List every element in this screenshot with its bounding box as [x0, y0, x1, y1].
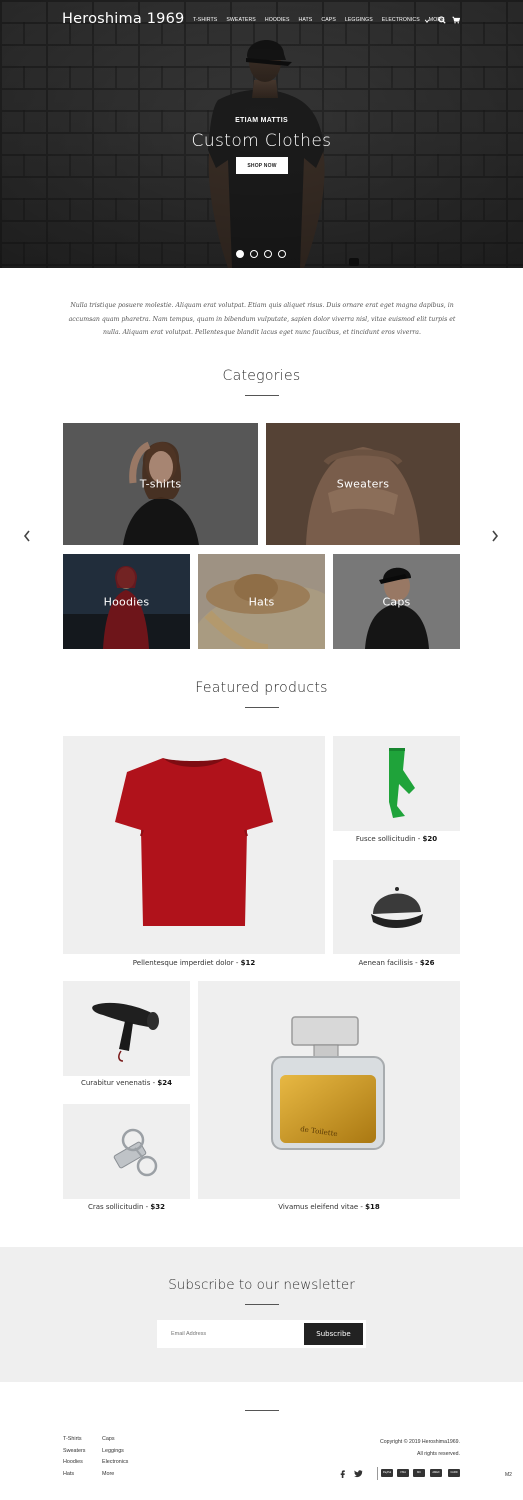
- footer-link-leggings[interactable]: Leggings: [102, 1448, 128, 1455]
- product-name[interactable]: Vivamus eleifend vitae: [278, 1203, 358, 1211]
- product-price: $20: [422, 835, 438, 843]
- search-icon[interactable]: [438, 16, 446, 24]
- slide-dot-2[interactable]: [250, 250, 258, 258]
- category-card-t-shirts[interactable]: T-shirts: [63, 423, 258, 545]
- product-caption: Curabitur venenatis - $24: [80, 1079, 173, 1087]
- category-label-hats: Hats: [248, 595, 275, 608]
- main-nav: T-SHIRTS SWEATERS HOODIES HATS CAPS LEGG…: [193, 17, 451, 23]
- perfume-bottle-image: de Toilette: [271, 1016, 385, 1150]
- product-name[interactable]: Cras sollicitudin: [88, 1203, 144, 1211]
- slide-dot-1[interactable]: [236, 250, 244, 258]
- black-cap-image: [371, 887, 423, 928]
- product-card-cap[interactable]: [333, 860, 460, 954]
- product-caption: Pellentesque imperdiet dolor - $12: [132, 959, 256, 967]
- facebook-icon[interactable]: [338, 1469, 347, 1478]
- nav-item-sweaters[interactable]: SWEATERS: [226, 17, 256, 23]
- newsletter-title: Subscribe to our newsletter: [168, 1277, 355, 1293]
- hero-title: Custom Clothes: [191, 131, 332, 151]
- footer-link-sweaters[interactable]: Sweaters: [63, 1448, 85, 1455]
- nav-item-t-shirts[interactable]: T-SHIRTS: [193, 17, 217, 23]
- product-name[interactable]: Pellentesque imperdiet dolor: [133, 959, 234, 967]
- nav-item-hats[interactable]: HATS: [299, 17, 313, 23]
- footer-separator: [377, 1467, 378, 1480]
- copyright-text: Copyright © 2019 Heroshima1969.: [380, 1439, 460, 1445]
- footer-links-col-1: T-Shirts Sweaters Hoodies Hats: [63, 1436, 85, 1477]
- newsletter-form: Subscribe: [157, 1320, 366, 1348]
- rights-text: All rights reserved.: [417, 1450, 460, 1457]
- slider-dots: [236, 250, 286, 258]
- newsletter-divider: [245, 1304, 279, 1305]
- product-caption: Aenean facilisis - $26: [358, 959, 435, 967]
- category-card-hoodies[interactable]: Hoodies: [63, 554, 190, 649]
- product-card-hair-dryer[interactable]: [63, 981, 190, 1076]
- footer-link-more[interactable]: More: [102, 1471, 128, 1478]
- intro-text: Nulla tristique posuere molestie. Aliqua…: [68, 302, 456, 336]
- product-caption: Cras sollicitudin - $32: [87, 1203, 166, 1211]
- product-card-keychain[interactable]: [63, 1104, 190, 1199]
- product-price: $12: [240, 959, 256, 967]
- featured-title: Featured products: [195, 680, 328, 696]
- footer-link-caps[interactable]: Caps: [102, 1436, 128, 1443]
- badge-m2: M2: [505, 1472, 512, 1478]
- top-navigation: Heroshima 1969 T-SHIRTS SWEATERS HOODIES…: [0, 0, 523, 42]
- chevron-right-icon[interactable]: [490, 529, 500, 543]
- mastercard-icon: MC: [413, 1469, 425, 1477]
- product-name[interactable]: Fusce sollicitudin: [356, 835, 416, 843]
- site-logo[interactable]: Heroshima 1969: [62, 11, 184, 27]
- product-price: $26: [419, 959, 435, 967]
- category-label-sweaters: Sweaters: [336, 477, 390, 491]
- categories-title: Categories: [222, 368, 301, 384]
- category-label-hoodies: Hoodies: [103, 595, 150, 608]
- slide-dot-4[interactable]: [278, 250, 286, 258]
- green-leggings-image: [389, 748, 415, 818]
- product-price: $24: [157, 1079, 173, 1087]
- chevron-left-icon[interactable]: [22, 529, 32, 543]
- nav-item-leggings[interactable]: LEGGINGS: [345, 17, 373, 23]
- shop-now-button[interactable]: SHOP NOW: [236, 157, 288, 174]
- hair-dryer-image: [92, 1002, 159, 1062]
- category-label-caps: Caps: [382, 595, 411, 608]
- card-icon: CARD: [448, 1469, 460, 1477]
- newsletter-section: Subscribe to our newsletter Subscribe: [0, 1247, 523, 1382]
- paypal-icon: PayPal: [381, 1469, 393, 1477]
- red-tshirt-image: [115, 758, 273, 926]
- footer-link-hoodies[interactable]: Hoodies: [63, 1459, 85, 1466]
- hero-subtitle: ETIAM MATTIS: [235, 117, 288, 124]
- footer-divider: [245, 1410, 279, 1411]
- product-caption: Vivamus eleifend vitae - $18: [278, 1203, 380, 1211]
- chevron-down-icon[interactable]: [424, 18, 430, 24]
- product-caption: Fusce sollicitudin - $20: [355, 835, 438, 843]
- product-card-tshirt[interactable]: [63, 736, 325, 954]
- slide-dot-3[interactable]: [264, 250, 272, 258]
- product-price: $32: [150, 1203, 166, 1211]
- categories-divider: [245, 395, 279, 396]
- footer-link-t-shirts[interactable]: T-Shirts: [63, 1436, 85, 1443]
- footer-link-hats[interactable]: Hats: [63, 1471, 85, 1478]
- product-card-leggings[interactable]: [333, 736, 460, 831]
- email-field[interactable]: [157, 1320, 302, 1348]
- nav-item-caps[interactable]: CAPS: [321, 17, 336, 23]
- product-price: $18: [365, 1203, 380, 1211]
- subscribe-button[interactable]: Subscribe: [304, 1323, 363, 1345]
- footer-links-col-2: Caps Leggings Electronics More: [102, 1436, 128, 1477]
- hero-banner: Heroshima 1969 T-SHIRTS SWEATERS HOODIES…: [0, 0, 523, 268]
- nav-item-hoodies[interactable]: HOODIES: [265, 17, 290, 23]
- featured-divider: [245, 707, 279, 708]
- product-card-perfume[interactable]: de Toilette: [198, 981, 460, 1199]
- category-label-t-shirts: T-shirts: [139, 477, 182, 491]
- amex-icon: AMEX: [430, 1469, 442, 1477]
- category-card-caps[interactable]: Caps: [333, 554, 460, 649]
- nav-item-electronics[interactable]: ELECTRONICS: [382, 17, 420, 23]
- copyright-block: Copyright © 2019 Heroshima1969. All righ…: [380, 1437, 460, 1460]
- visa-icon: VISA: [397, 1469, 409, 1477]
- product-name[interactable]: Aenean facilisis: [359, 959, 413, 967]
- product-name[interactable]: Curabitur venenatis: [81, 1079, 150, 1087]
- category-card-sweaters[interactable]: Sweaters: [266, 423, 460, 545]
- cart-icon[interactable]: [452, 16, 460, 24]
- twitter-icon[interactable]: [354, 1469, 363, 1478]
- category-card-hats[interactable]: Hats: [198, 554, 325, 649]
- keychain-image: [113, 1128, 158, 1177]
- footer-link-electronics[interactable]: Electronics: [102, 1459, 128, 1466]
